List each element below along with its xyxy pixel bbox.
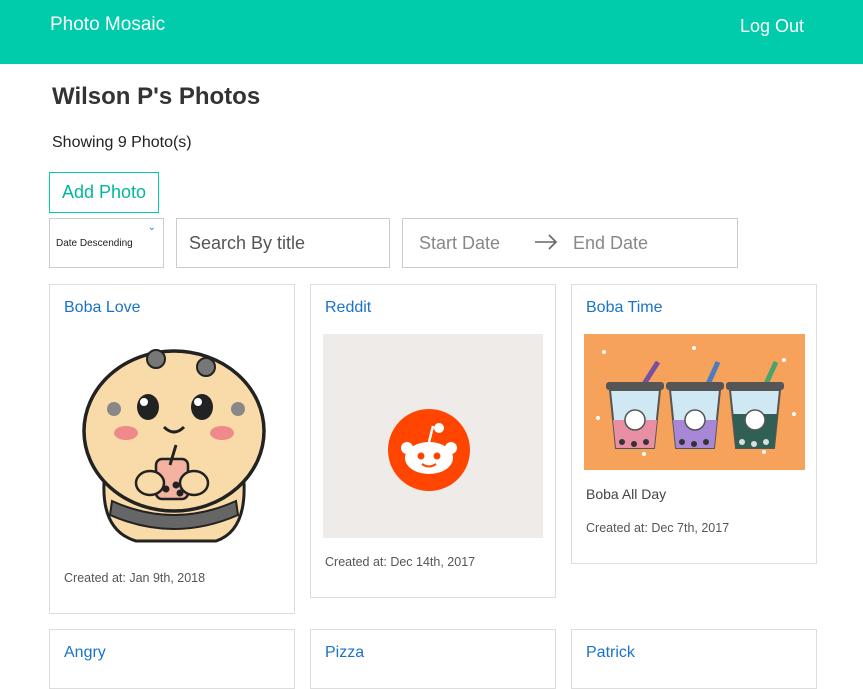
date-range-picker: Start Date End Date [402, 218, 738, 268]
photo-card: Patrick [571, 629, 817, 689]
photo-title-link[interactable]: Reddit [325, 299, 371, 317]
page-title: Wilson P's Photos [52, 83, 261, 110]
photo-title-link[interactable]: Boba Time [586, 299, 662, 317]
photo-card: Boba Time Boba All Day Created at: Dec 7… [571, 284, 817, 564]
navbar: Photo Mosaic Log Out [0, 0, 863, 64]
photo-title-link[interactable]: Angry [64, 644, 106, 662]
brand-link[interactable]: Photo Mosaic [50, 14, 165, 36]
photo-title-link[interactable]: Pizza [325, 644, 364, 662]
photo-image[interactable] [66, 333, 280, 547]
photo-created-date: Created at: Jan 9th, 2018 [64, 571, 206, 585]
sort-select-value: Date Descending [56, 238, 133, 249]
photo-description: Boba All Day [586, 486, 667, 502]
photo-card: Boba Love Created at: Jan 9th, 2018 [49, 284, 295, 614]
start-date-input[interactable]: Start Date [419, 233, 500, 254]
photo-created-date: Created at: Dec 7th, 2017 [586, 521, 730, 535]
photo-title-link[interactable]: Boba Love [64, 299, 141, 317]
photo-card: Pizza [310, 629, 556, 689]
photo-image[interactable] [584, 334, 805, 470]
arrow-right-icon [535, 234, 558, 250]
search-input[interactable] [176, 218, 390, 268]
photo-card: Reddit Created at: Dec 14th, 2017 [310, 284, 556, 598]
sort-select[interactable]: Date Descending ⌄ [49, 218, 164, 268]
photo-title-link[interactable]: Patrick [586, 644, 635, 662]
end-date-input[interactable]: End Date [573, 233, 648, 254]
chevron-down-icon: ⌄ [147, 222, 156, 233]
photo-count: Showing 9 Photo(s) [52, 134, 192, 151]
photo-image[interactable] [323, 334, 543, 538]
logout-link[interactable]: Log Out [740, 16, 804, 37]
add-photo-button[interactable]: Add Photo [49, 172, 159, 213]
photo-created-date: Created at: Dec 14th, 2017 [325, 555, 476, 569]
photo-card: Angry [49, 629, 295, 689]
